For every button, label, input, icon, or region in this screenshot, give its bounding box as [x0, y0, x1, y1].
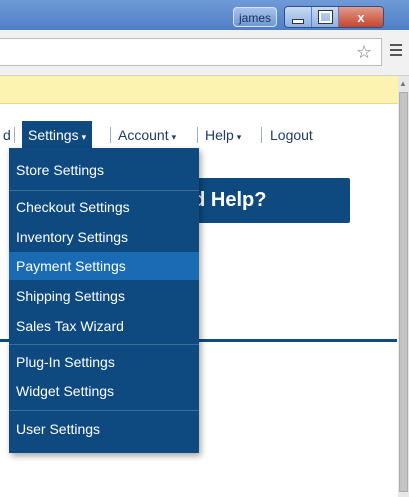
maximize-button[interactable]	[312, 7, 339, 27]
window-controls: x	[284, 6, 384, 28]
minimize-button[interactable]	[285, 7, 312, 27]
profile-badge[interactable]: james	[233, 7, 277, 27]
nav-settings-label: Settings	[28, 127, 79, 143]
nav-help[interactable]: Help ▾	[205, 121, 241, 149]
scrollbar-thumb[interactable]	[399, 92, 408, 492]
maximize-icon	[317, 10, 333, 24]
menu-divider	[9, 344, 199, 345]
browser-toolbar: ☆	[0, 30, 409, 76]
menu-item-inventory-settings[interactable]: Inventory Settings	[9, 223, 199, 251]
nav-settings[interactable]: Settings ▾	[22, 121, 93, 149]
scroll-up-arrow-icon[interactable]: ▲	[399, 79, 407, 88]
menu-item-user-settings[interactable]: User Settings	[9, 415, 199, 443]
menu-item-checkout-settings[interactable]: Checkout Settings	[9, 193, 199, 221]
menu-item-store-settings[interactable]: Store Settings	[9, 156, 199, 184]
hamburger-menu-icon[interactable]	[390, 44, 402, 59]
page-scrollbar[interactable]: ▲	[398, 76, 409, 497]
close-icon: x	[357, 9, 365, 25]
nav-logout-label: Logout	[270, 127, 313, 143]
caret-down-icon: ▾	[171, 132, 177, 142]
close-button[interactable]: x	[339, 7, 383, 27]
menu-item-shipping-settings[interactable]: Shipping Settings	[9, 282, 199, 310]
caret-down-icon: ▾	[236, 132, 242, 142]
nav-divider	[14, 127, 15, 143]
minimize-icon	[292, 18, 304, 24]
menu-item-plug-in-settings[interactable]: Plug-In Settings	[9, 348, 199, 376]
menu-item-sales-tax-wizard[interactable]: Sales Tax Wizard	[9, 312, 199, 340]
settings-dropdown-menu: Store Settings Checkout Settings Invento…	[9, 148, 199, 453]
nav-divider	[261, 127, 262, 143]
menu-item-payment-settings[interactable]: Payment Settings	[9, 252, 199, 280]
notification-bar	[0, 76, 398, 104]
menu-divider	[9, 410, 199, 411]
menu-item-widget-settings[interactable]: Widget Settings	[9, 377, 199, 405]
nav-divider	[197, 127, 198, 143]
window-titlebar: james x	[0, 0, 409, 30]
nav-account-label: Account	[118, 127, 169, 143]
menu-divider	[9, 190, 199, 191]
nav-divider	[110, 127, 111, 143]
nav-account[interactable]: Account ▾	[118, 121, 176, 149]
bookmark-star-icon[interactable]: ☆	[356, 43, 372, 61]
nav-logout[interactable]: Logout	[270, 121, 313, 149]
caret-down-icon: ▾	[81, 132, 87, 142]
nav-fragment: d	[3, 127, 11, 143]
nav-help-label: Help	[205, 127, 234, 143]
address-bar[interactable]: ☆	[0, 38, 382, 66]
